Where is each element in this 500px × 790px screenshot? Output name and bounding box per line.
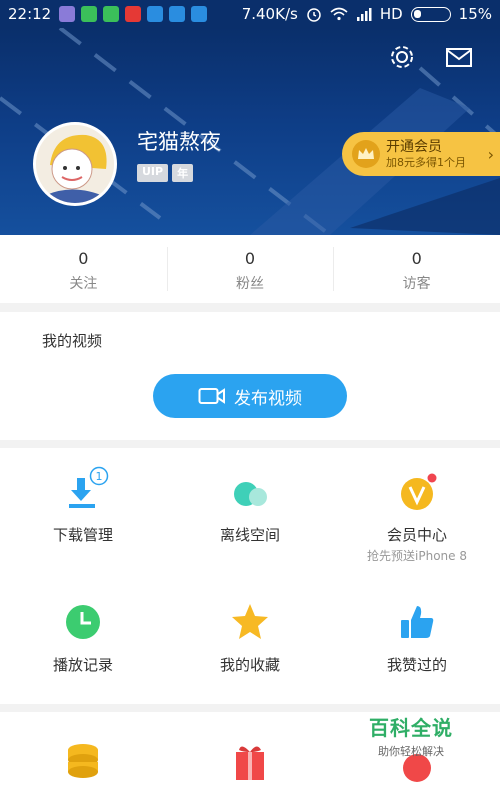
mail-icon[interactable] xyxy=(444,42,474,72)
stat-value: 0 xyxy=(411,249,422,268)
crown-icon xyxy=(352,140,380,168)
grid-item-label: 下载管理 xyxy=(52,526,113,544)
network-type: HD xyxy=(379,5,403,23)
cloud-icon xyxy=(230,472,270,512)
my-videos-title: 我的视频 xyxy=(42,332,103,350)
profile-header: 宅猫熬夜 UIP 年 开通会员 加8元多得1个月 › xyxy=(0,28,500,235)
open-vip-button[interactable]: 开通会员 加8元多得1个月 › xyxy=(342,132,500,176)
grid-item-label: 离线空间 xyxy=(219,526,280,544)
my-videos-section: 我的视频 发布视频 xyxy=(0,312,500,440)
app-notification-icon xyxy=(147,6,164,22)
vip-subtitle: 加8元多得1个月 xyxy=(386,156,466,169)
grid-item-sublabel: 抢先预送iPhone 8 xyxy=(367,549,467,563)
thumbs-up-icon xyxy=(397,602,437,642)
stat-label: 粉丝 xyxy=(236,276,264,292)
grid-item-history[interactable]: 播放记录 xyxy=(0,602,166,675)
profile-page: 22:12 7.40K/s HD 15% 宅猫熬夜 UIP 年 开通会员 加8元… xyxy=(0,0,500,790)
status-bar: 22:12 7.40K/s HD 15% xyxy=(0,0,500,28)
stat-label: 关注 xyxy=(69,276,98,292)
watermark-title: 百科全说 xyxy=(369,716,453,740)
app-notification-icon xyxy=(191,6,208,22)
avatar-image xyxy=(36,125,114,203)
watermark-subtitle: 助你轻松解决 xyxy=(378,745,444,758)
app-notification-icon xyxy=(125,6,142,22)
app-notification-icon xyxy=(103,6,120,22)
app-notification-icon xyxy=(81,6,98,22)
alarm-icon xyxy=(307,8,321,22)
stat-followers[interactable]: 0 粉丝 xyxy=(166,235,334,303)
status-time: 22:12 xyxy=(8,5,52,23)
grid-item-favorites[interactable]: 我的收藏 xyxy=(167,602,333,675)
battery-icon xyxy=(410,6,451,22)
vip-icon xyxy=(397,472,437,512)
settings-icon[interactable] xyxy=(387,42,417,72)
stat-value: 0 xyxy=(78,249,89,268)
publish-video-label: 发布视频 xyxy=(234,388,302,409)
publish-video-button[interactable]: 发布视频 xyxy=(153,374,347,418)
wifi-icon xyxy=(330,7,348,21)
app-notification-icon xyxy=(169,6,186,22)
stat-label: 访客 xyxy=(402,276,431,292)
app-notification-icon xyxy=(59,6,76,22)
grid-item-offline[interactable]: 离线空间 xyxy=(167,472,333,545)
grid-item-vip-center[interactable]: 会员中心 抢先预送iPhone 8 xyxy=(334,472,500,564)
vip-level-badge: UIP xyxy=(137,164,169,182)
user-badges: UIP 年 xyxy=(137,164,194,182)
download-count-badge: 1 xyxy=(89,466,109,486)
username: 宅猫熬夜 xyxy=(137,130,221,154)
feature-grid: 1 下载管理 离线空间 会员中心 抢先预送iPhone 8 播放记录 我的收藏 … xyxy=(0,448,500,704)
watermark: 百科全说 助你轻松解决 xyxy=(346,712,476,762)
stat-following[interactable]: 0 关注 xyxy=(0,235,167,303)
stats-row: 0 关注 0 粉丝 0 访客 xyxy=(0,235,500,303)
download-icon: 1 xyxy=(63,466,109,512)
clock-icon xyxy=(63,602,103,642)
vip-title: 开通会员 xyxy=(386,139,442,155)
coins-icon[interactable] xyxy=(66,742,100,782)
grid-item-label: 我的收藏 xyxy=(219,656,280,674)
badge-count: 1 xyxy=(96,470,103,483)
grid-item-download[interactable]: 1 下载管理 xyxy=(0,466,166,545)
avatar[interactable] xyxy=(33,122,117,206)
annual-badge: 年 xyxy=(172,164,194,182)
battery-level: 15% xyxy=(458,5,492,23)
stat-visitors[interactable]: 0 访客 xyxy=(333,235,500,303)
chevron-right-icon: › xyxy=(487,144,494,164)
grid-item-label: 会员中心 xyxy=(386,526,447,544)
stat-value: 0 xyxy=(244,249,256,268)
grid-item-label: 我赞过的 xyxy=(386,656,447,674)
status-notification-icons xyxy=(59,6,208,22)
signal-icon xyxy=(356,8,372,21)
gift-icon[interactable] xyxy=(233,742,267,782)
star-icon xyxy=(230,602,270,642)
grid-item-label: 播放记录 xyxy=(52,656,113,674)
video-camera-icon xyxy=(198,388,225,404)
network-speed: 7.40K/s xyxy=(241,5,298,23)
grid-item-liked[interactable]: 我赞过的 xyxy=(334,602,500,675)
